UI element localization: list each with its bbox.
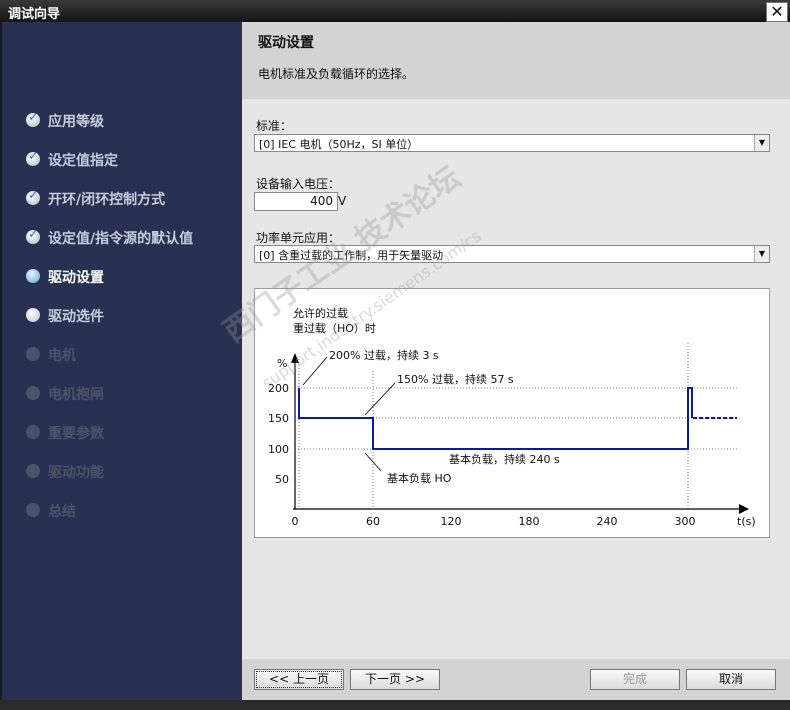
step-label: 开环/闭环控制方式 — [48, 192, 166, 208]
disabled-step-icon — [26, 464, 40, 478]
page-title: 驱动设置 — [258, 35, 314, 51]
step-label: 电机抱闸 — [48, 387, 104, 403]
next-button[interactable]: 下一页 >> — [350, 669, 440, 690]
settings-panel: 标准： [0] IEC 电机（50Hz，SI 单位） ▼ 设备输入电压： 400… — [242, 99, 790, 659]
step-label: 总结 — [48, 504, 76, 520]
finish-button[interactable]: 完成 — [590, 669, 680, 690]
annotation-200: 200% 过载，持续 3 s — [329, 348, 439, 362]
step-label: 驱动功能 — [48, 465, 104, 481]
voltage-label: 设备输入电压： — [256, 177, 341, 191]
window-title: 调试向导 — [8, 7, 61, 22]
prev-button[interactable]: << 上一页 — [254, 669, 344, 690]
step-label: 电机 — [48, 348, 76, 364]
check-icon — [26, 149, 40, 166]
y-tick-label: 50 — [275, 473, 289, 486]
step-label: 驱动选件 — [48, 309, 104, 325]
power-unit-select[interactable]: [0] 含重过载的工作制，用于矢量驱动 ▼ — [254, 245, 770, 263]
y-tick-label: 100 — [268, 443, 289, 456]
step-label: 重要参数 — [48, 426, 104, 442]
power-unit-label: 功率单元应用： — [256, 231, 341, 245]
y-axis-arrow-icon — [291, 353, 299, 363]
step-label: 设定值/指令源的默认值 — [48, 231, 194, 247]
annotation-200-leader — [302, 356, 328, 386]
y-axis-unit: % — [277, 357, 287, 370]
pending-step-icon — [26, 308, 40, 322]
standard-value: [0] IEC 电机（50Hz，SI 单位） — [259, 138, 419, 151]
check-icon — [26, 188, 40, 205]
load-cycle-repeat-line — [687, 387, 737, 449]
annotation-ho: 基本负载 HO — [387, 471, 452, 485]
x-tick-label: 300 — [675, 515, 696, 528]
standard-label: 标准： — [256, 119, 293, 133]
window-bottom-border — [0, 700, 790, 710]
disabled-step-icon — [26, 386, 40, 400]
annotation-base: 基本负载，持续 240 s — [449, 452, 560, 466]
cancel-button[interactable]: 取消 — [686, 669, 776, 690]
y-tick-label: 150 — [268, 412, 289, 425]
disabled-step-icon — [26, 425, 40, 439]
y-tick-label: 200 — [268, 382, 289, 395]
x-tick-label: 0 — [292, 515, 299, 528]
step-label: 设定值指定 — [48, 153, 118, 169]
disabled-step-icon — [26, 503, 40, 517]
overload-diagram: 允许的过载 重过载（HO）时 % 200 150 100 50 0 60 120… — [254, 288, 770, 538]
page-header: 驱动设置 电机标准及负载循环的选择。 — [242, 22, 790, 99]
x-axis-unit: t(s) — [737, 515, 756, 528]
check-icon — [26, 110, 40, 127]
title-bar: 调试向导 ✕ — [0, 0, 790, 22]
standard-select[interactable]: [0] IEC 电机（50Hz，SI 单位） ▼ — [254, 134, 770, 152]
chevron-down-icon[interactable]: ▼ — [754, 246, 769, 262]
x-tick-label: 240 — [597, 515, 618, 528]
annotation-150: 150% 过载，持续 57 s — [397, 372, 514, 386]
diagram-title-line1: 允许的过载 — [293, 306, 348, 320]
voltage-input[interactable]: 400 — [254, 192, 338, 211]
check-icon — [26, 227, 40, 244]
x-axis-arrow-icon — [739, 504, 749, 514]
step-label: 驱动设置 — [48, 270, 104, 286]
step-label: 应用等级 — [48, 114, 104, 130]
power-unit-value: [0] 含重过载的工作制，用于矢量驱动 — [259, 249, 444, 262]
close-icon[interactable]: ✕ — [766, 2, 788, 22]
wizard-footer: << 上一页 下一页 >> 完成 取消 — [242, 659, 790, 700]
load-cycle-line — [298, 387, 693, 450]
overload-diagram-svg: 允许的过载 重过载（HO）时 % 200 150 100 50 0 60 120… — [268, 306, 756, 528]
wizard-steps-sidebar: 应用等级 设定值指定 开环/闭环控制方式 设定值/指令源的默认值 驱动设置 驱动… — [2, 22, 242, 700]
diagram-title-line2: 重过载（HO）时 — [293, 321, 376, 335]
page-subtitle: 电机标准及负载循环的选择。 — [258, 67, 415, 81]
x-tick-label: 60 — [366, 515, 380, 528]
chevron-down-icon[interactable]: ▼ — [754, 135, 769, 151]
current-step-icon — [26, 269, 40, 283]
disabled-step-icon — [26, 347, 40, 361]
voltage-unit: V — [338, 194, 347, 208]
x-tick-label: 180 — [519, 515, 540, 528]
x-tick-label: 120 — [441, 515, 462, 528]
